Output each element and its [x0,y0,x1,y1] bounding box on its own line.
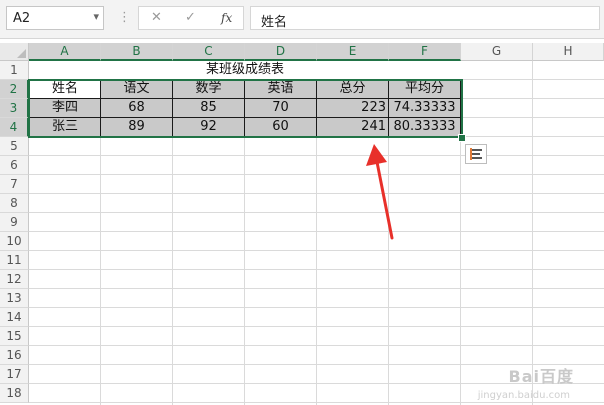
arrow-head [366,144,387,166]
watermark-logo: Bai百度 [508,367,574,386]
arrow-shaft [375,160,394,240]
red-arrow-annotation [366,144,394,240]
watermark-url: jingyan.baidu.com [477,390,570,401]
